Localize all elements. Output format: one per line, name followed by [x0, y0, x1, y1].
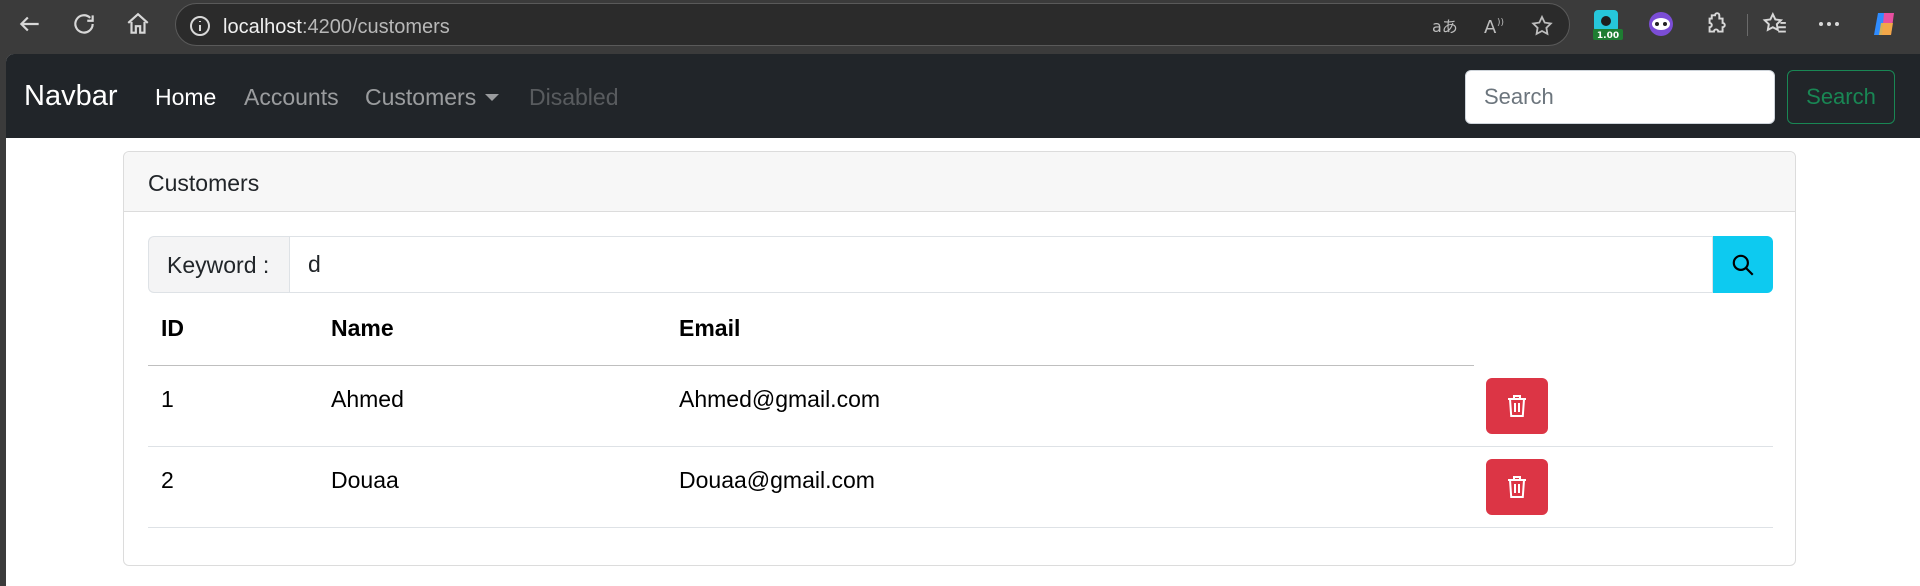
navbar-brand[interactable]: Navbar — [24, 80, 118, 113]
copilot-icon[interactable] — [1868, 7, 1902, 41]
home-icon[interactable] — [120, 6, 156, 42]
column-header-name: Name — [331, 315, 394, 341]
favorite-star-icon[interactable] — [1528, 12, 1556, 40]
nav-link-customers-label: Customers — [365, 84, 477, 110]
svg-text:aあ: aあ — [1432, 17, 1458, 36]
card-title: Customers — [124, 152, 1795, 212]
more-options-icon[interactable] — [1812, 7, 1846, 41]
site-info-icon[interactable] — [188, 14, 212, 43]
svg-text:)): )) — [1497, 18, 1504, 28]
nav-link-disabled: Disabled — [529, 84, 619, 110]
page-viewport: Navbar Home Accounts Customers Disabled … — [6, 54, 1920, 586]
url-text: localhost:4200/customers — [223, 16, 450, 38]
table-row: 1 Ahmed Ahmed@gmail.com — [148, 366, 1773, 447]
cell-email: Ahmed@gmail.com — [679, 386, 881, 412]
browser-toolbar: localhost:4200/customers aあ A)) 1.00 — [0, 0, 1920, 48]
delete-button[interactable] — [1486, 378, 1548, 434]
read-aloud-icon[interactable]: A)) — [1481, 12, 1509, 40]
nav-link-customers[interactable]: Customers — [365, 84, 500, 111]
reload-icon[interactable] — [66, 6, 102, 42]
customers-card: Customers Keyword : ID Name Email 1 Ahme… — [123, 151, 1796, 566]
toolbar-divider — [1747, 14, 1748, 36]
nav-link-home[interactable]: Home — [155, 84, 216, 111]
cell-id: 1 — [161, 386, 174, 412]
extension-face-icon[interactable] — [1644, 7, 1678, 41]
trash-icon — [1508, 395, 1526, 417]
navbar-search-button[interactable]: Search — [1787, 70, 1895, 124]
navbar: Navbar Home Accounts Customers Disabled … — [6, 54, 1920, 138]
extension-badge-icon[interactable]: 1.00 — [1590, 7, 1624, 41]
keyword-input[interactable] — [289, 236, 1713, 293]
cell-id: 2 — [161, 467, 174, 493]
translate-icon[interactable]: aあ — [1431, 12, 1459, 40]
keyword-search-button[interactable] — [1713, 236, 1773, 293]
cell-name: Ahmed — [331, 386, 404, 412]
keyword-search-group: Keyword : — [148, 236, 1773, 293]
address-bar[interactable]: localhost:4200/customers aあ A)) — [175, 3, 1570, 46]
delete-button[interactable] — [1486, 459, 1548, 515]
table-row: 2 Douaa Douaa@gmail.com — [148, 447, 1773, 528]
back-icon[interactable] — [12, 6, 48, 42]
chevron-down-icon — [485, 94, 500, 101]
search-icon — [1732, 254, 1754, 276]
cell-email: Douaa@gmail.com — [679, 467, 875, 493]
keyword-label: Keyword : — [148, 236, 289, 293]
trash-icon — [1508, 476, 1526, 498]
column-header-id: ID — [161, 315, 184, 341]
navbar-search-input[interactable] — [1465, 70, 1775, 124]
extensions-puzzle-icon[interactable] — [1698, 7, 1732, 41]
nav-link-accounts[interactable]: Accounts — [244, 84, 339, 111]
svg-text:1.00: 1.00 — [1597, 31, 1619, 41]
cell-name: Douaa — [331, 467, 399, 493]
favorites-icon[interactable] — [1758, 7, 1792, 41]
svg-text:A: A — [1484, 17, 1497, 37]
column-header-email: Email — [679, 315, 741, 341]
